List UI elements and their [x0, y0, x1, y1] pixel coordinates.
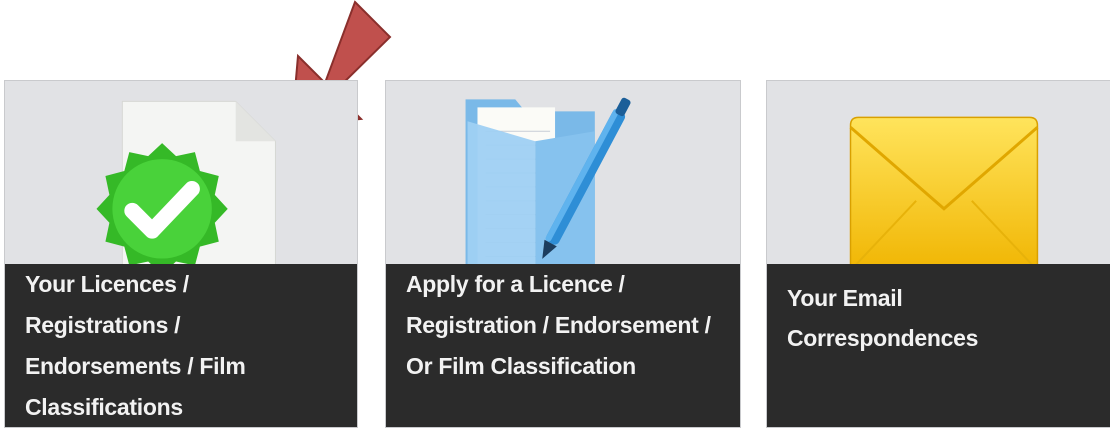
envelope-icon — [849, 116, 1039, 271]
tile-label: Your Licences / Registrations / Endorsem… — [5, 264, 357, 427]
tile-email-correspondences[interactable]: Your Email Correspondences — [766, 80, 1110, 428]
tile-label: Your Email Correspondences — [767, 264, 1110, 427]
tile-apply-for-licence[interactable]: Apply for a Licence / Registration / End… — [385, 80, 741, 428]
tile-label: Apply for a Licence / Registration / End… — [386, 264, 740, 427]
document-check-icon — [96, 100, 276, 271]
tile-your-licences[interactable]: Your Licences / Registrations / Endorsem… — [4, 80, 358, 428]
folder-pen-icon — [465, 97, 631, 271]
